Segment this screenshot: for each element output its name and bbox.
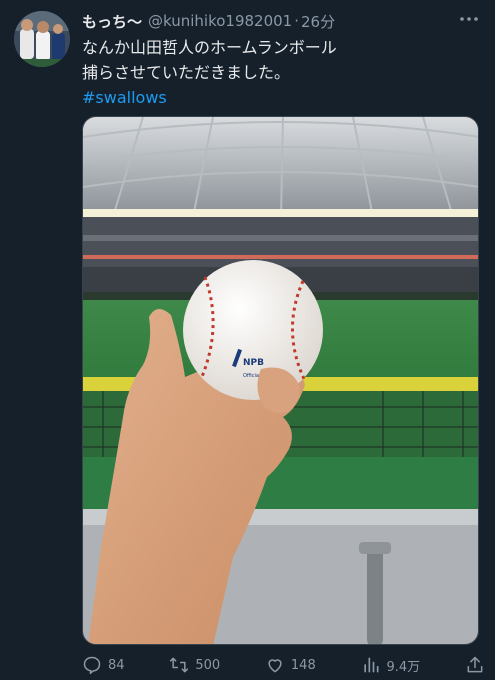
tweet-text: なんか山田哲人のホームランボール 捕らさせていただきました。 #swallows (82, 35, 481, 110)
like-button[interactable]: 148 (265, 655, 316, 675)
tweet-header: もっち〜 @kunihiko1982001 · 26分 (82, 10, 481, 32)
tweet-photo[interactable]: NPB Official Ball (82, 116, 479, 645)
reply-icon (83, 656, 101, 675)
ball-logo: NPB (243, 358, 264, 368)
hashtag-link[interactable]: #swallows (82, 85, 481, 110)
retweet-count: 500 (195, 657, 221, 673)
views-count: 9.4万 (386, 659, 421, 675)
display-name[interactable]: もっち〜 (82, 11, 142, 32)
tweet-text-line-2: 捕らさせていただきました。 (82, 63, 291, 82)
like-icon (268, 659, 282, 673)
user-handle[interactable]: @kunihiko1982001 (148, 12, 292, 30)
reply-button[interactable]: 84 (82, 655, 125, 675)
separator: · (294, 12, 300, 30)
reply-count: 84 (108, 657, 125, 673)
views-button[interactable]: 9.4万 (361, 655, 421, 675)
action-bar: 84 500 148 9.4万 (82, 653, 485, 677)
timestamp[interactable]: 26分 (301, 11, 335, 32)
retweet-icon (170, 657, 189, 673)
like-count: 148 (290, 657, 316, 673)
avatar[interactable] (14, 11, 70, 67)
views-icon (363, 657, 378, 673)
retweet-button[interactable]: 500 (169, 655, 220, 675)
tweet-text-line-1: なんか山田哲人のホームランボール (82, 38, 337, 57)
more-icon[interactable] (457, 8, 481, 30)
avatar-image (14, 11, 70, 67)
photo-image: NPB Official Ball (83, 117, 478, 644)
share-button[interactable] (465, 655, 485, 675)
share-icon (467, 656, 483, 673)
